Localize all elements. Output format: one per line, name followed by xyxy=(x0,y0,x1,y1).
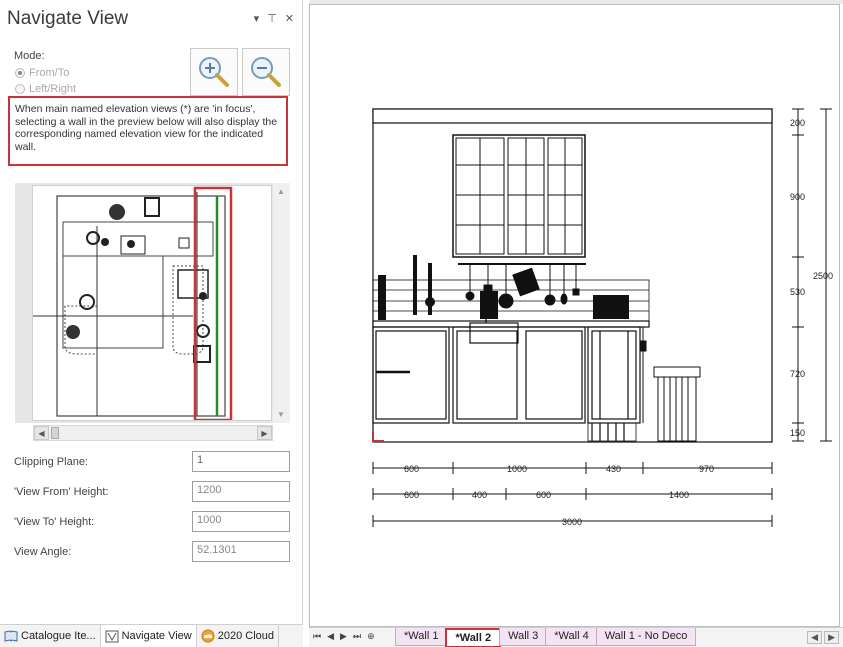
clipping-plane-label: Clipping Plane: xyxy=(14,456,88,468)
panel-tab-bar: Catalogue Ite... Navigate View 2020 Clou… xyxy=(0,624,303,647)
dim-label: 1000 xyxy=(507,464,527,474)
zoom-in-button[interactable] xyxy=(190,48,238,96)
first-tab-icon[interactable]: ⏮ xyxy=(313,631,321,642)
dim-label: 1400 xyxy=(669,490,689,500)
tab-label: Catalogue Ite... xyxy=(21,630,96,642)
dim-label-total-height: 2500 xyxy=(813,271,833,281)
info-message: When main named elevation views (*) are … xyxy=(8,96,288,166)
mode-left-right-label: Left/Right xyxy=(29,83,77,95)
dim-label: 600 xyxy=(404,464,419,474)
sheet-tab-wall-3[interactable]: Wall 3 xyxy=(499,628,548,646)
mode-left-right-radio[interactable]: Left/Right xyxy=(15,83,76,95)
mode-from-to-radio[interactable]: From/To xyxy=(15,67,69,79)
view-to-height-input[interactable]: 1000 xyxy=(192,511,290,532)
tab-catalogue-items[interactable]: Catalogue Ite... xyxy=(0,625,101,647)
dim-label: 970 xyxy=(699,464,714,474)
scroll-down-icon[interactable]: ▼ xyxy=(277,410,285,419)
elevation-drawing: 200 900 530 720 150 2500 600 1000 430 97… xyxy=(372,108,833,527)
preview-vertical-scrollbar[interactable]: ▲ ▼ xyxy=(273,183,290,423)
wall-cabinets xyxy=(452,134,586,258)
scroll-left-icon[interactable]: ◀ xyxy=(807,631,823,644)
dim-label: 600 xyxy=(404,490,419,500)
panel-title: Navigate View xyxy=(7,8,129,29)
mode-label: Mode: xyxy=(14,50,45,62)
sheet-tab-wall-4[interactable]: *Wall 4 xyxy=(545,628,598,646)
panel-dropdown-button[interactable]: ▾ xyxy=(254,12,260,25)
elevation-view-canvas[interactable]: 200 900 530 720 150 2500 600 1000 430 97… xyxy=(309,4,840,627)
view-to-height-label: 'View To' Height: xyxy=(14,516,95,528)
scroll-left-icon[interactable]: ◀ xyxy=(34,426,49,440)
tab-navigate-view[interactable]: Navigate View xyxy=(100,625,197,647)
dim-label: 900 xyxy=(790,192,805,202)
zoom-out-button[interactable] xyxy=(242,48,290,96)
panel-close-button[interactable]: ✕ xyxy=(285,12,294,25)
navigate-view-panel: Navigate View ▾ ⊤ ✕ Mode: From/To Left/R… xyxy=(0,0,303,647)
view-from-height-input[interactable]: 1200 xyxy=(192,481,290,502)
book-icon xyxy=(4,630,18,642)
sheet-tab-bar: ⏮ ◀ ▶ ⏭ ⊕ *Wall 1 *Wall 2 Wall 3 *Wall 4… xyxy=(309,627,843,647)
cloud-icon xyxy=(201,629,215,643)
scroll-right-icon[interactable]: ▶ xyxy=(257,426,272,440)
dim-label: 150 xyxy=(790,428,805,438)
dim-label: 430 xyxy=(606,464,621,474)
navigate-icon xyxy=(105,630,119,642)
tab-label: 2020 Cloud xyxy=(217,630,275,642)
add-tab-icon[interactable]: ⊕ xyxy=(367,631,375,642)
clipping-plane-input[interactable]: 1 xyxy=(192,451,290,472)
view-from-height-label: 'View From' Height: xyxy=(14,486,109,498)
mode-from-to-label: From/To xyxy=(29,67,70,79)
scroll-thumb[interactable] xyxy=(51,427,59,439)
tab-label: Navigate View xyxy=(121,630,192,642)
dim-label: 720 xyxy=(790,369,805,379)
next-tab-icon[interactable]: ▶ xyxy=(340,631,347,642)
plan-preview[interactable]: ▲ ▼ xyxy=(15,183,290,423)
sheet-tab-wall-2[interactable]: *Wall 2 xyxy=(445,628,502,647)
scroll-up-icon[interactable]: ▲ xyxy=(277,187,285,196)
scroll-right-icon[interactable]: ▶ xyxy=(824,631,839,644)
dim-label-total-width: 3000 xyxy=(562,517,582,527)
preview-horizontal-scrollbar[interactable]: ◀ ▶ xyxy=(33,425,273,441)
zoom-in-icon xyxy=(199,57,229,87)
sheet-tab-wall-1-no-deco[interactable]: Wall 1 - No Deco xyxy=(595,628,697,646)
bin xyxy=(639,327,701,442)
floor-plan-drawing[interactable] xyxy=(33,186,271,422)
dim-label: 400 xyxy=(472,490,487,500)
radio-icon xyxy=(15,68,25,78)
radio-icon xyxy=(15,84,25,94)
panel-pin-button[interactable]: ⊤ xyxy=(267,12,277,25)
view-angle-label: View Angle: xyxy=(14,546,72,558)
prev-tab-icon[interactable]: ◀ xyxy=(327,631,334,642)
last-tab-icon[interactable]: ⏭ xyxy=(353,631,361,642)
dim-label: 530 xyxy=(790,287,805,297)
sheet-tab-wall-1[interactable]: *Wall 1 xyxy=(395,628,448,646)
zoom-out-icon xyxy=(251,57,281,87)
tab-2020-cloud[interactable]: 2020 Cloud xyxy=(197,625,280,647)
floor-plan[interactable] xyxy=(32,185,272,422)
dim-label: 600 xyxy=(536,490,551,500)
dim-label: 200 xyxy=(790,118,805,128)
view-angle-input[interactable]: 52.1301 xyxy=(192,541,290,562)
